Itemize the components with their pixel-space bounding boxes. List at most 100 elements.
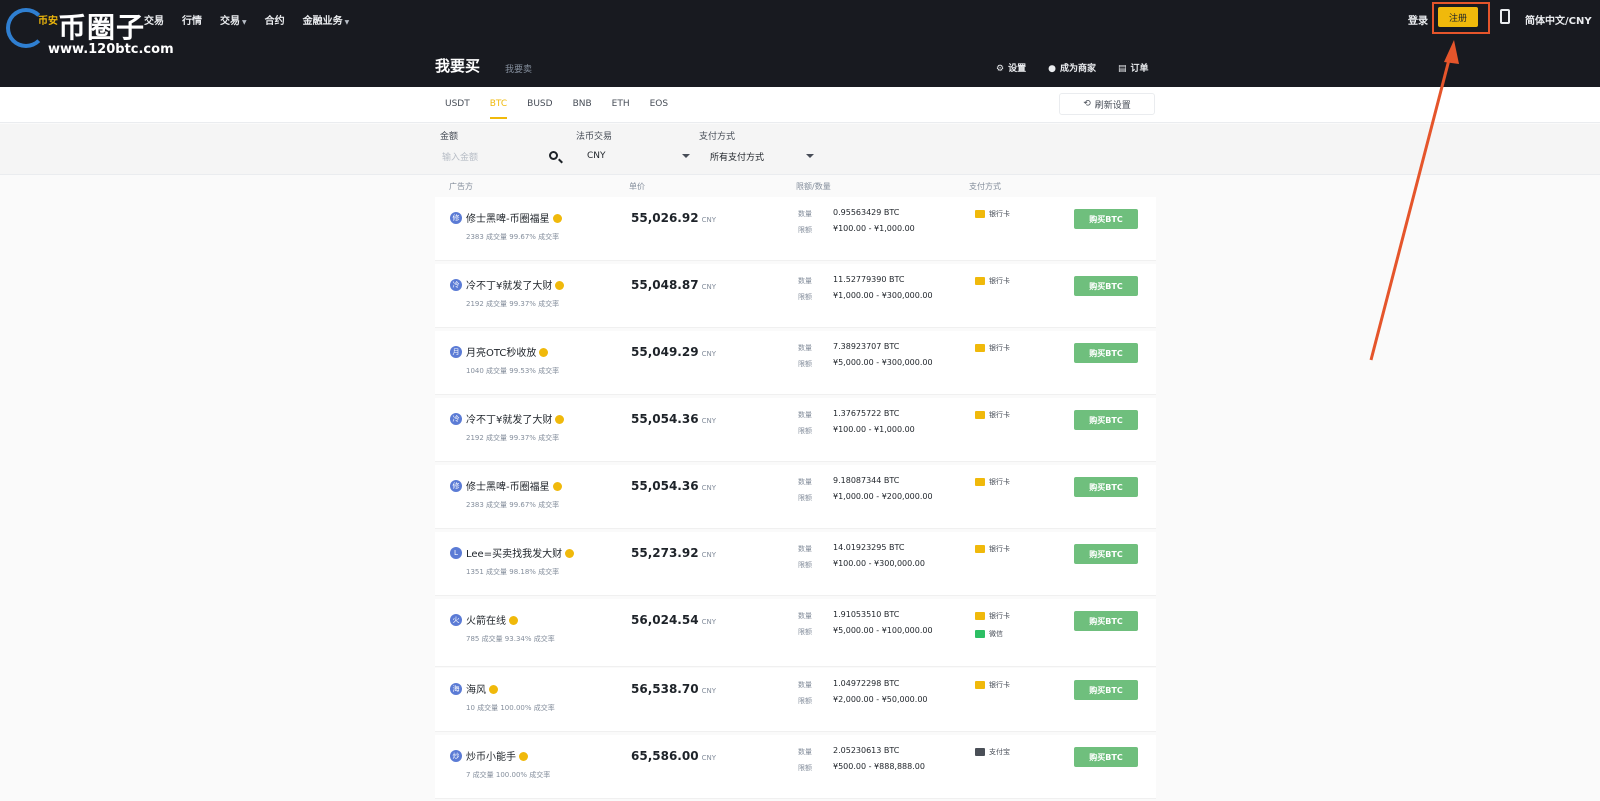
price-currency: CNY	[701, 754, 716, 762]
price-value: 55,026.92	[631, 211, 699, 225]
buy-btc-button[interactable]: 购买BTC	[1074, 209, 1138, 229]
payment-select[interactable]: 所有支付方式	[710, 146, 764, 166]
limit-value: ¥1,000.00 - ¥200,000.00	[833, 492, 933, 501]
merchant-link[interactable]: ● 成为商家	[1048, 61, 1096, 74]
nav-item-label: 交易	[220, 16, 240, 27]
advertiser-name[interactable]: 月亮OTC秒收放	[466, 344, 549, 359]
buy-btc-button[interactable]: 购买BTC	[1074, 611, 1138, 631]
tab-usdt[interactable]: USDT	[445, 99, 470, 119]
advertiser-stats: 10 成交量 100.00% 成交率	[466, 704, 555, 712]
filter-bar: 金额 输入金额 法币交易 CNY 支付方式 所有支付方式	[0, 124, 1600, 175]
nav-item-2[interactable]: 交易 ▼	[220, 12, 247, 27]
payment-method-name: 银行卡	[989, 612, 1010, 620]
quantity-value: 14.01923295 BTC	[833, 543, 905, 552]
advertiser-stats: 1351 成交量 98.18% 成交率	[466, 568, 560, 576]
payment-method-name: 银行卡	[989, 478, 1010, 486]
page-title[interactable]: 我要买	[435, 55, 480, 76]
unit-price: 55,048.87 CNY	[631, 278, 716, 292]
tab-sell[interactable]: 我要卖	[505, 62, 532, 75]
price-value: 55,049.29	[631, 345, 699, 359]
advertiser-name[interactable]: 冷不丁¥就发了大财	[466, 411, 565, 426]
nav-item-label: 合约	[264, 16, 285, 27]
quantity-value: 1.91053510 BTC	[833, 610, 900, 619]
price-value: 56,024.54	[631, 613, 699, 627]
limit-label: 限额	[798, 628, 812, 636]
advertiser-name[interactable]: 冷不丁¥就发了大财	[466, 277, 565, 292]
table-row: 修修士黑啤-币圈福星 2383 成交量 99.67% 成交率 55,026.92 CN…	[435, 197, 1156, 261]
tab-eth[interactable]: ETH	[612, 99, 630, 119]
col-limit: 限额/数量	[796, 182, 831, 191]
coin-tabs: USDT BTC BUSD BNB ETH EOS	[445, 99, 668, 119]
price-currency: CNY	[701, 350, 716, 358]
advertiser-name[interactable]: 炒币小能手	[466, 748, 528, 763]
quantity-value: 2.05230613 BTC	[833, 746, 900, 755]
unit-price: 56,538.70 CNY	[631, 682, 716, 696]
register-button[interactable]: 注册	[1438, 7, 1478, 27]
advertiser-name[interactable]: 火箭在线	[466, 612, 518, 627]
quantity-label: 数量	[798, 748, 812, 756]
fiat-select[interactable]: CNY	[587, 146, 606, 166]
advertiser-name[interactable]: Lee=买卖找我发大财	[466, 545, 575, 560]
advertiser-name-text: 冷不丁¥就发了大财	[466, 281, 553, 292]
payment-method-name: 银行卡	[989, 344, 1010, 352]
login-link[interactable]: 登录	[1408, 12, 1428, 27]
refresh-label: 刷新设置	[1094, 100, 1131, 111]
download-app-icon[interactable]	[1500, 9, 1510, 24]
watermark-title: 币圈子	[58, 11, 146, 44]
chevron-down-icon[interactable]	[806, 154, 814, 158]
nav-item-0[interactable]: 交易	[144, 12, 164, 27]
price-currency: CNY	[701, 618, 716, 626]
refresh-settings-button[interactable]: ⟲ 刷新设置	[1059, 93, 1155, 115]
quantity-value: 1.37675722 BTC	[833, 409, 900, 418]
price-currency: CNY	[701, 283, 716, 291]
amount-label: 金额	[440, 132, 459, 142]
payment-method-name: 银行卡	[989, 545, 1010, 553]
advertiser-name[interactable]: 修士黑啤-币圈福星	[466, 478, 562, 493]
amount-input[interactable]: 输入金额	[442, 146, 478, 166]
avatar: 冷	[450, 413, 462, 425]
advertiser-name[interactable]: 海风	[466, 681, 498, 696]
settings-link[interactable]: ⚙ 设置	[996, 61, 1026, 74]
refresh-icon: ⟲	[1083, 99, 1091, 109]
limit-label: 限额	[798, 494, 812, 502]
chevron-down-icon: ▼	[344, 19, 350, 26]
buy-btc-button[interactable]: 购买BTC	[1074, 544, 1138, 564]
payment-method-name: 银行卡	[989, 411, 1010, 419]
nav-item-1[interactable]: 行情	[182, 12, 202, 27]
tab-eos[interactable]: EOS	[650, 99, 668, 119]
subheader-actions: ⚙ 设置 ● 成为商家 ▤ 订单	[996, 61, 1149, 74]
price-currency: CNY	[701, 687, 716, 695]
limit-value: ¥5,000.00 - ¥100,000.00	[833, 626, 933, 635]
orders-link[interactable]: ▤ 订单	[1118, 61, 1149, 74]
verified-badge-icon	[489, 685, 498, 694]
limit-value: ¥2,000.00 - ¥50,000.00	[833, 695, 928, 704]
bank-card-icon	[975, 344, 985, 352]
tab-busd[interactable]: BUSD	[527, 99, 552, 119]
chevron-down-icon[interactable]	[682, 154, 690, 158]
tab-bnb[interactable]: BNB	[573, 99, 592, 119]
quantity-value: 9.18087344 BTC	[833, 476, 900, 485]
buy-btc-button[interactable]: 购买BTC	[1074, 276, 1138, 296]
payment-method-name: 银行卡	[989, 210, 1010, 218]
search-icon[interactable]	[549, 151, 558, 160]
buy-btc-button[interactable]: 购买BTC	[1074, 680, 1138, 700]
language-selector[interactable]: 简体中文/CNY	[1525, 12, 1592, 27]
nav-item-3[interactable]: 合约	[265, 12, 285, 27]
avatar: 月	[450, 346, 462, 358]
advertiser-name-text: 火箭在线	[466, 616, 506, 627]
right-nav: 登录 注册 简体中文/CNY	[1360, 2, 1600, 34]
price-value: 55,048.87	[631, 278, 699, 292]
buy-btc-button[interactable]: 购买BTC	[1074, 343, 1138, 363]
payment-method-name: 银行卡	[989, 277, 1010, 285]
verified-badge-icon	[552, 482, 562, 491]
gear-icon: ⚙	[996, 64, 1005, 74]
logo-fragment: 币安	[38, 16, 58, 27]
buy-btc-button[interactable]: 购买BTC	[1074, 410, 1138, 430]
buy-btc-button[interactable]: 购买BTC	[1074, 477, 1138, 497]
table-row: L Lee=买卖找我发大财 1351 成交量 98.18% 成交率 55,273.92…	[435, 532, 1156, 596]
nav-item-4[interactable]: 金融业务 ▼	[303, 12, 350, 27]
advertiser-name[interactable]: 修士黑啤-币圈福星	[466, 210, 562, 225]
buy-btc-button[interactable]: 购买BTC	[1074, 747, 1138, 767]
price-currency: CNY	[701, 484, 716, 492]
tab-btc[interactable]: BTC	[489, 99, 508, 119]
